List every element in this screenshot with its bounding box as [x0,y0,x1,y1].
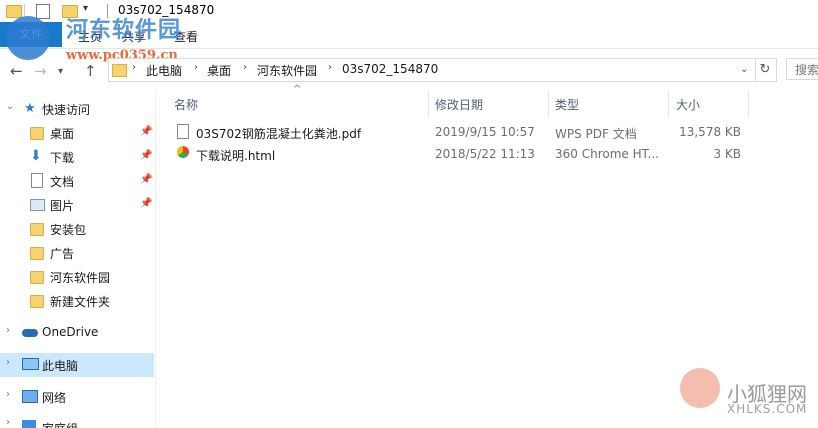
sidebar-item-this-pc[interactable]: › 此电脑 [0,354,154,376]
sidebar-item-label: 家庭组 [42,420,78,428]
homegroup-icon [22,420,36,428]
back-icon[interactable]: ← [10,62,23,80]
breadcrumb-current-folder[interactable]: 03s702_154870 [342,62,438,76]
pin-icon[interactable]: 📌 [140,150,152,161]
chevron-right-icon: › [6,389,10,400]
folder-icon [30,295,44,308]
document-icon [31,173,43,188]
watermark-brand: 河东软件园 [66,17,182,43]
folder-icon [30,127,44,140]
pin-icon[interactable]: 📌 [140,198,152,209]
sidebar-item-network[interactable]: › 网络 [0,386,154,408]
sidebar-item-label: 文档 [50,175,75,189]
sidebar-item-label: 此电脑 [42,359,79,373]
download-icon: ⬇ [30,148,42,164]
chevron-down-icon: ⌄ [6,101,15,112]
pin-icon[interactable]: 📌 [140,126,152,137]
column-header-modified[interactable]: 修改日期 [435,96,483,113]
network-icon [22,390,38,403]
fox-logo-icon [680,368,720,408]
sidebar-item-pictures[interactable]: 图片 📌 [0,194,154,216]
sidebar-item-downloads[interactable]: ⬇ 下载 📌 [0,146,154,168]
breadcrumb-desktop[interactable]: 桌面 [207,62,231,79]
recent-locations-icon[interactable]: ▾ [58,66,63,77]
star-icon: ★ [24,101,36,116]
folder-icon [30,271,44,284]
column-header-size[interactable]: 大小 [676,96,700,113]
file-size: 13,578 KB [679,125,741,139]
sidebar-item-quick-access[interactable]: ⌄ ★ 快速访问 [0,98,154,120]
breadcrumb-chevron-icon: › [194,62,198,73]
folder-icon [112,64,127,77]
properties-icon[interactable] [36,4,50,19]
column-divider[interactable] [428,90,429,118]
file-type: WPS PDF 文档 [555,127,637,141]
column-header-type[interactable]: 类型 [555,96,579,113]
sidebar-item-folder[interactable]: 新建文件夹 [0,290,154,312]
breadcrumb-hedong[interactable]: 河东软件园 [257,62,317,79]
sidebar-item-label: 下载 [50,151,75,165]
up-icon[interactable]: ↑ [84,62,97,80]
file-name: 下载说明.html [196,149,276,163]
sidebar-item-label: 快速访问 [42,103,91,117]
sidebar-item-label: 桌面 [50,127,75,141]
search-input[interactable]: 搜索 [786,58,818,80]
chevron-right-icon: › [6,357,10,368]
sidebar-item-folder[interactable]: 河东软件园 [0,266,154,288]
file-modified: 2019/9/15 10:57 [435,125,535,139]
column-divider[interactable] [548,90,549,118]
file-name: 03S702钢筋混凝土化粪池.pdf [196,127,362,141]
sidebar-item-label: 广告 [50,247,75,261]
chevron-right-icon: › [6,325,10,336]
watermark-logo [6,16,50,60]
file-type: 360 Chrome HT... [555,147,659,161]
file-modified: 2018/5/22 11:13 [435,147,535,161]
breadcrumb-chevron-icon: › [132,62,136,73]
pdf-file-icon [177,124,189,139]
watermark-fox-en: XHLKS.COM [727,402,808,416]
address-dropdown-icon[interactable]: ⌄ [740,64,748,75]
column-divider[interactable] [668,90,669,118]
refresh-icon[interactable]: ↻ [754,58,777,82]
column-divider[interactable] [748,90,749,118]
sidebar-item-onedrive[interactable]: › OneDrive [0,322,154,344]
folder-icon [30,247,44,260]
sidebar-item-folder[interactable]: 广告 [0,242,154,264]
breadcrumb-chevron-icon: › [328,62,332,73]
sidebar-item-homegroup[interactable]: › 家庭组 [0,414,154,428]
chrome-icon [177,146,189,158]
pin-icon[interactable]: 📌 [140,174,152,185]
sidebar-item-label: OneDrive [42,325,99,339]
column-header-name[interactable]: 名称 [174,96,198,113]
sidebar-item-label: 河东软件园 [50,271,111,285]
forward-icon[interactable]: → [34,62,47,80]
picture-icon [30,199,45,211]
quick-access-folder-icon[interactable] [6,5,22,18]
sidebar-item-label: 安装包 [50,223,87,237]
sidebar-item-label: 网络 [42,391,67,405]
sidebar-item-documents[interactable]: 文档 📌 [0,170,154,192]
table-row[interactable]: 03S702钢筋混凝土化粪池.pdf 2019/9/15 10:57 WPS P… [170,122,750,142]
sidebar-item-desktop[interactable]: 桌面 📌 [0,122,154,144]
file-size: 3 KB [713,147,741,161]
sidebar-item-label: 新建文件夹 [50,295,111,309]
folder-icon [30,223,44,236]
chevron-right-icon: › [6,417,10,428]
pane-divider [155,90,156,428]
sort-ascending-icon: ^ [293,84,302,95]
sidebar-item-label: 图片 [50,199,75,213]
breadcrumb-this-pc[interactable]: 此电脑 [146,62,182,79]
computer-icon [22,358,39,370]
sidebar-item-folder[interactable]: 安装包 [0,218,154,240]
cloud-icon [22,329,38,337]
table-row[interactable]: 下载说明.html 2018/5/22 11:13 360 Chrome HT.… [170,144,750,164]
breadcrumb-chevron-icon: › [243,62,247,73]
